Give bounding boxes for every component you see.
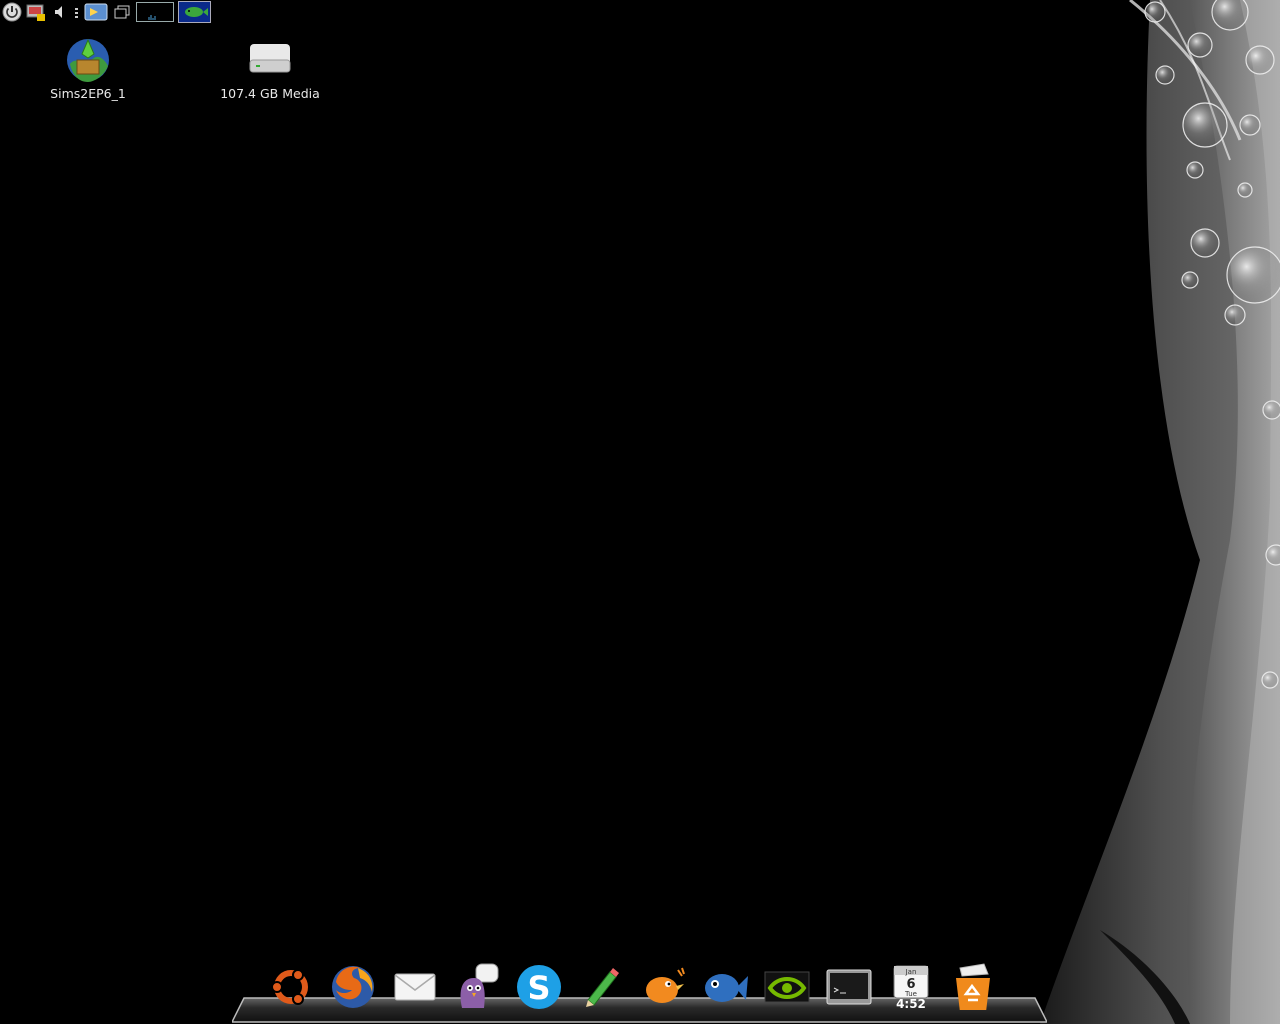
file-manager-icon[interactable] [84, 2, 108, 22]
trash-icon [956, 963, 990, 1010]
dock-item-text-editor[interactable] [576, 960, 626, 1016]
windows-icon[interactable] [112, 2, 132, 22]
dock: S Jan 6 Tue 4:52 [266, 960, 998, 1016]
desktop-icon-sims[interactable]: Sims2EP6_1 [28, 36, 148, 101]
nvidia-icon [764, 971, 810, 1003]
dock-item-trash[interactable] [948, 960, 998, 1016]
fish-applet[interactable] [178, 1, 211, 23]
skype-icon: S [517, 965, 561, 1009]
hard-drive-icon [246, 36, 294, 84]
wallpaper [1040, 0, 1280, 1024]
dock-item-terminal[interactable] [824, 960, 874, 1016]
system-monitor-graph[interactable] [136, 2, 174, 22]
terminal-icon [826, 969, 872, 1005]
fish-icon [705, 974, 748, 1002]
mail-envelope-icon [394, 973, 436, 1001]
lock-screen-icon[interactable] [26, 2, 46, 22]
desktop-icon-label: Sims2EP6_1 [50, 86, 126, 101]
dock-item-ubuntu[interactable] [266, 960, 316, 1016]
network-icon[interactable] [74, 2, 80, 22]
top-panel [0, 0, 222, 24]
volume-icon[interactable] [50, 2, 70, 22]
dock-item-clock-calendar[interactable]: Jan 6 Tue 4:52 [886, 960, 936, 1016]
bird-icon [646, 967, 685, 1003]
pencil-icon [586, 968, 619, 1007]
dock-item-fish[interactable] [700, 960, 750, 1016]
dock-item-mail[interactable] [390, 960, 440, 1016]
ubuntu-logo-icon [271, 969, 308, 1005]
dock-item-twitter-client[interactable] [638, 960, 688, 1016]
dock-item-firefox[interactable] [328, 960, 378, 1016]
dock-item-skype[interactable]: S [514, 960, 564, 1016]
firefox-icon [332, 966, 374, 1008]
clock-time: 4:52 [896, 997, 926, 1011]
svg-text:S: S [527, 969, 550, 1007]
sims-installer-icon [64, 36, 112, 84]
calendar-month: Jan [905, 968, 917, 976]
dock-item-nvidia-settings[interactable] [762, 960, 812, 1016]
desktop-icon-label: 107.4 GB Media [220, 86, 320, 101]
power-icon[interactable] [2, 2, 22, 22]
desktop-icon-media-drive[interactable]: 107.4 GB Media [210, 36, 330, 101]
dock-item-pidgin[interactable] [452, 960, 502, 1016]
pidgin-icon [460, 963, 499, 1008]
